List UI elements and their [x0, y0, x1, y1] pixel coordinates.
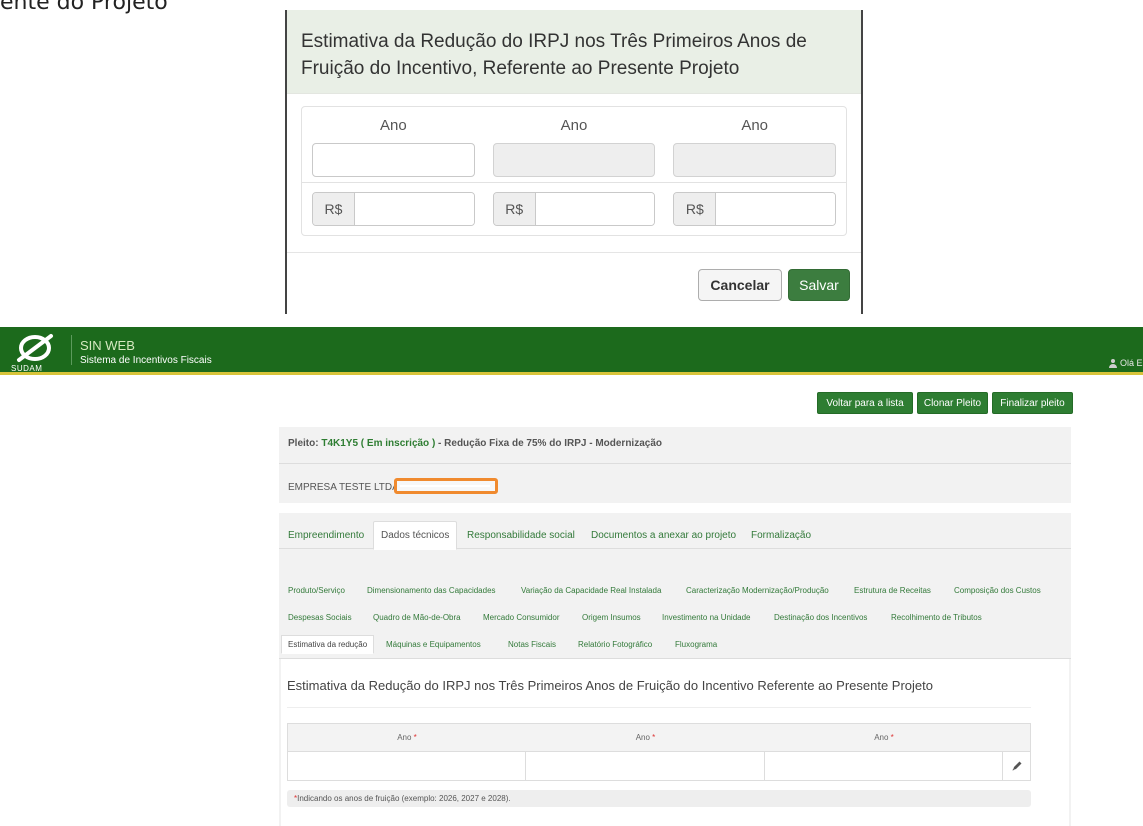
subtab-dimensionamento[interactable]: Dimensionamento das Capacidades — [367, 586, 496, 595]
currency-addon-3: R$ — [674, 193, 717, 225]
finalize-pleito-button[interactable]: Finalizar pleito — [992, 392, 1073, 414]
subtab-variacao-capacidade[interactable]: Variação da Capacidade Real Instalada — [521, 586, 661, 595]
subtab-investimento-unidade[interactable]: Investimento na Unidade — [662, 613, 751, 622]
header-ano-3: Ano * — [874, 733, 894, 742]
year-input-1[interactable] — [312, 143, 475, 177]
subtab-destinacao-incentivos[interactable]: Destinação dos Incentivos — [774, 613, 867, 622]
table-row — [288, 752, 1030, 780]
years-table: Ano * Ano * Ano * — [287, 723, 1031, 781]
subtab-estrutura-receitas[interactable]: Estrutura de Receitas — [854, 586, 931, 595]
year-row: Ano Ano Ano — [302, 107, 846, 183]
subtab-origem-insumos[interactable]: Origem Insumos — [582, 613, 641, 622]
subtabs-row-2: Despesas Sociais Quadro de Mão-de-Obra M… — [279, 613, 1071, 627]
amount-cell-2: R$ — [492, 192, 656, 235]
subtab-produto-servico[interactable]: Produto/Serviço — [288, 586, 345, 595]
amount-cell-1: R$ — [312, 192, 475, 235]
reduction-estimate-modal: Estimativa da Redução do IRPJ nos Três P… — [285, 10, 863, 314]
user-menu[interactable]: Olá E — [1109, 358, 1143, 368]
modal-title: Estimativa da Redução do IRPJ nos Três P… — [301, 31, 807, 79]
user-icon — [1109, 358, 1117, 368]
pencil-icon[interactable] — [1011, 760, 1023, 772]
subtab-notas-fiscais[interactable]: Notas Fiscais — [508, 640, 556, 649]
years-hint-note: * Indicando os anos de fruição (exemplo:… — [287, 790, 1031, 807]
cancel-button[interactable]: Cancelar — [698, 269, 782, 301]
app-subtitle: Sistema de Incentivos Fiscais — [80, 355, 212, 366]
cell-ano-1 — [288, 752, 526, 780]
amount-cell-3: R$ — [673, 192, 837, 235]
subtabs-row-1: Produto/Serviço Dimensionamento das Capa… — [279, 586, 1071, 600]
screenshot: ente do Projeto Estimativa da Redução do… — [0, 0, 1143, 826]
main-tabs: Empreendimento Dados técnicos Responsabi… — [279, 521, 1071, 550]
subtab-caracterizacao[interactable]: Caracterização Modernização/Produção — [686, 586, 829, 595]
header-ano-1: Ano * — [397, 733, 417, 742]
pleito-status: ( Em inscrição ) — [358, 438, 436, 449]
modal-header: Estimativa da Redução do IRPJ nos Três P… — [287, 10, 861, 94]
header-ano-2: Ano * — [635, 733, 656, 742]
year-input-3 — [673, 143, 837, 177]
company-name: EMPRESA TESTE LTDA - — [288, 482, 405, 493]
pleito-prefix: Pleito: — [288, 438, 322, 449]
header-actions — [1003, 724, 1030, 751]
tab-responsabilidade-social[interactable]: Responsabilidade social — [467, 521, 575, 549]
redaction-box — [394, 478, 498, 494]
pleito-summary: Pleito: T4K1Y5 ( Em inscrição ) - Reduçã… — [288, 438, 662, 449]
app-navbar: SUDAM SIN WEB Sistema de Incentivos Fisc… — [0, 327, 1143, 375]
amount-row: R$ R$ R$ — [302, 183, 846, 235]
app-name: SIN WEB — [80, 338, 135, 353]
year-cell-2: Ano — [492, 117, 656, 182]
tab-empreendimento[interactable]: Empreendimento — [288, 521, 364, 549]
subtab-quadro-mao-de-obra[interactable]: Quadro de Mão-de-Obra — [373, 613, 461, 622]
tabs-panel: Empreendimento Dados técnicos Responsabi… — [279, 513, 1071, 826]
year-cell-1: Ano — [312, 117, 475, 182]
year-label-2: Ano — [560, 117, 588, 134]
back-to-list-button[interactable]: Voltar para a lista — [817, 392, 913, 414]
cell-ano-2 — [526, 752, 765, 780]
pleito-code: T4K1Y5 — [321, 438, 359, 449]
content-title: Estimativa da Redução do IRPJ nos Três P… — [287, 678, 934, 693]
edit-cell — [1003, 752, 1030, 780]
content-divider — [287, 707, 1031, 708]
clone-pleito-button[interactable]: Clonar Pleito — [917, 392, 988, 414]
tab-documentos[interactable]: Documentos a anexar ao projeto — [591, 521, 736, 549]
subtab-despesas-sociais[interactable]: Despesas Sociais — [288, 613, 352, 622]
year-grid: Ano Ano Ano R$ R$ R$ — [301, 106, 847, 236]
document-fragment-text: ente do Projeto — [0, 0, 168, 15]
tab-dados-tecnicos[interactable]: Dados técnicos — [373, 521, 458, 550]
cell-ano-3 — [765, 752, 1003, 780]
table-header: Ano * Ano * Ano * — [288, 724, 1030, 752]
amount-input-3[interactable] — [716, 193, 836, 225]
currency-addon-1: R$ — [313, 193, 355, 225]
currency-addon-2: R$ — [493, 193, 536, 225]
subtab-fluxograma[interactable]: Fluxograma — [675, 640, 717, 649]
pleito-description: - Redução Fixa de 75% do IRPJ - Moderniz… — [435, 438, 662, 449]
panel-divider — [279, 463, 1071, 464]
year-label-1: Ano — [379, 117, 407, 134]
pleito-panel: Pleito: T4K1Y5 ( Em inscrição ) - Reduçã… — [279, 427, 1071, 503]
navbar-divider — [71, 335, 72, 365]
amount-input-1[interactable] — [355, 193, 474, 225]
subtabs-row-3: Estimativa da redução Máquinas e Equipam… — [279, 635, 1071, 654]
modal-body: Ano Ano Ano R$ R$ R$ — [287, 94, 861, 236]
amount-group-2: R$ — [492, 192, 656, 226]
amount-group-1: R$ — [312, 192, 475, 226]
logo-text: SUDAM — [11, 364, 43, 373]
year-label-3: Ano — [741, 117, 769, 134]
year-input-2 — [492, 143, 656, 177]
note-text: Indicando os anos de fruição (exemplo: 2… — [297, 794, 511, 803]
subtab-composicao-custos[interactable]: Composição dos Custos — [954, 586, 1041, 595]
modal-footer: Cancelar Salvar — [287, 252, 861, 314]
save-button[interactable]: Salvar — [788, 269, 850, 301]
subtab-relatorio-fotografico[interactable]: Relatório Fotográfico — [578, 640, 652, 649]
year-cell-3: Ano — [673, 117, 837, 182]
amount-input-2[interactable] — [535, 193, 655, 225]
amount-group-3: R$ — [673, 192, 837, 226]
subtab-mercado-consumidor[interactable]: Mercado Consumidor — [483, 613, 559, 622]
subtab-recolhimento-tributos[interactable]: Recolhimento de Tributos — [891, 613, 982, 622]
user-greeting: Olá E — [1120, 358, 1143, 368]
tab-content: Estimativa da Redução do IRPJ nos Três P… — [281, 659, 1069, 826]
tab-formalizacao[interactable]: Formalização — [751, 521, 811, 549]
subtab-maquinas-equipamentos[interactable]: Máquinas e Equipamentos — [386, 640, 481, 649]
subtab-estimativa-reducao[interactable]: Estimativa da redução — [281, 635, 375, 654]
